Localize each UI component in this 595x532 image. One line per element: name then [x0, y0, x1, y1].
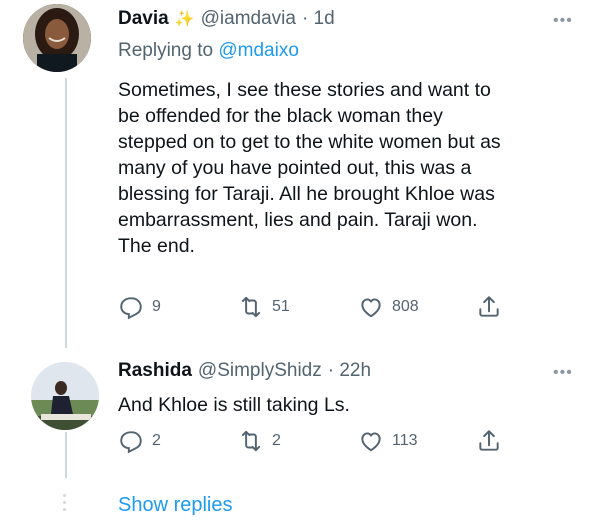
retweet-button[interactable]: 2	[238, 428, 281, 454]
retweet-count: 2	[272, 432, 281, 449]
tweet-line: be offended for the black woman they	[118, 105, 443, 127]
retweet-count: 51	[272, 298, 290, 315]
author-name[interactable]: Rashida	[118, 360, 192, 382]
avatar-davia-image	[23, 4, 91, 72]
sparkles-emoji: ✨	[174, 11, 195, 28]
retweet-button[interactable]: 51	[238, 294, 290, 320]
avatar-rashida[interactable]	[31, 362, 99, 430]
more-icon[interactable]: •••	[553, 12, 573, 30]
replying-to: Replying to @mdaixo	[118, 40, 299, 62]
replying-to-handle[interactable]: @mdaixo	[218, 40, 299, 61]
like-icon	[361, 298, 381, 318]
tweet-line: Sometimes, I see these stories and want …	[118, 79, 491, 101]
retweet-icon	[241, 430, 261, 452]
show-replies-link[interactable]: Show replies	[118, 494, 233, 517]
tweet-line: many of you have pointed out, this was a	[118, 157, 472, 179]
tweet-text: And Khloe is still taking Ls.	[118, 394, 350, 416]
like-button[interactable]: 808	[358, 294, 419, 320]
more-icon[interactable]: •••	[553, 364, 573, 382]
author-handle[interactable]: @iamdavia	[201, 8, 296, 30]
like-button[interactable]: 113	[358, 428, 418, 454]
reply-count: 2	[152, 432, 161, 449]
tweet-text: Sometimes, I see these stories and want …	[118, 77, 588, 259]
author-name[interactable]: Davia	[118, 8, 169, 30]
author-handle[interactable]: @SimplyShidz	[198, 360, 322, 382]
thread-dots	[63, 494, 67, 515]
timestamp[interactable]: · 22h	[328, 360, 371, 382]
tweet-line: The end.	[118, 235, 195, 257]
share-icon	[479, 430, 499, 451]
like-count: 808	[392, 298, 419, 315]
share-icon	[479, 296, 499, 317]
tweet-line: blessing for Taraji. All he brought Khlo…	[118, 183, 495, 205]
tweet-line: stepped on to get to the white women but…	[118, 131, 501, 153]
tweet-line: embarrassment, lies and pain. Taraji won…	[118, 209, 478, 231]
like-icon	[361, 432, 381, 452]
reply-icon	[120, 297, 142, 320]
thread-line	[65, 78, 67, 348]
thread-line	[65, 432, 67, 478]
share-button[interactable]	[476, 428, 502, 454]
retweet-icon	[241, 296, 261, 318]
timestamp[interactable]: · 1d	[302, 8, 335, 30]
avatar-davia[interactable]	[23, 4, 91, 72]
share-button[interactable]	[476, 294, 502, 320]
like-count: 113	[392, 432, 418, 449]
reply-count: 9	[152, 298, 161, 315]
replying-to-label: Replying to	[118, 40, 214, 61]
avatar-rashida-image	[31, 362, 99, 430]
reply-icon	[120, 431, 142, 454]
reply-button[interactable]: 2	[118, 428, 161, 454]
reply-button[interactable]: 9	[118, 294, 161, 320]
